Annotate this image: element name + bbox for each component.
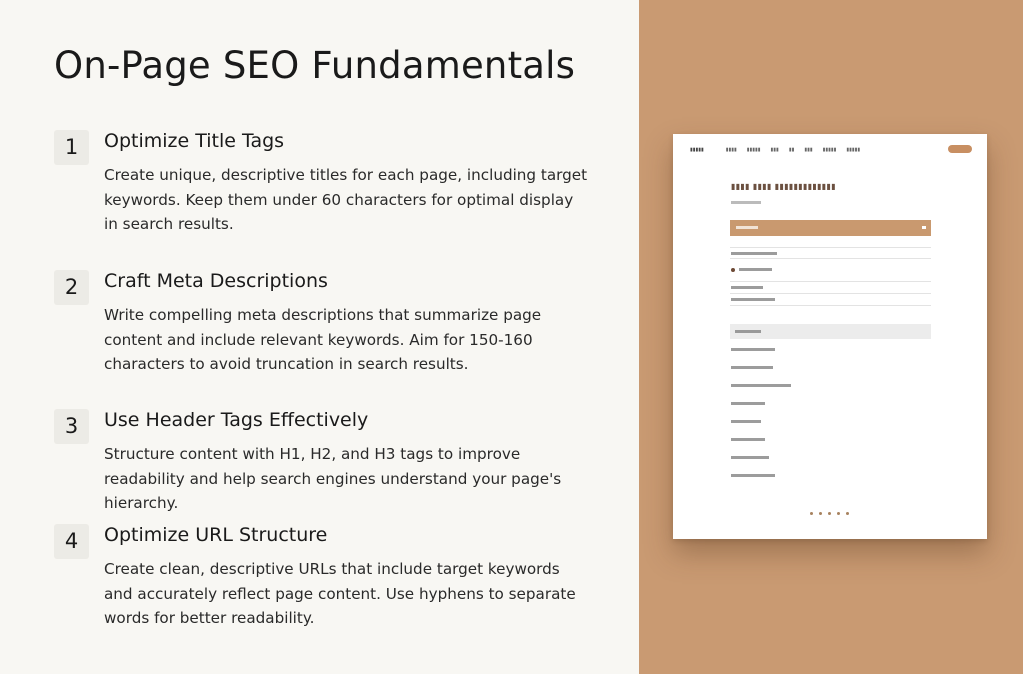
mockup-subtext — [731, 201, 761, 204]
webpage-mockup-image: ▮▮▮▮▮ ▮▮▮▮ ▮▮▮▮▮ ▮▮▮ ▮▮ ▮▮▮ ▮▮▮▮▮ ▮▮▮▮▮ … — [673, 134, 987, 539]
mockup-nav-link: ▮▮▮▮▮ — [746, 147, 761, 153]
mockup-pagination-dots — [810, 512, 849, 515]
item-description: Create clean, descriptive URLs that incl… — [104, 560, 576, 628]
mockup-text-line — [731, 456, 769, 459]
mockup-nav-link: ▮▮ — [788, 147, 795, 153]
mockup-nav-link: ▮▮▮▮▮ — [822, 147, 837, 153]
item-title: Craft Meta Descriptions — [104, 270, 328, 292]
mockup-text-line — [739, 268, 772, 271]
mockup-text-line — [731, 286, 763, 289]
mockup-text-line — [731, 384, 791, 387]
mockup-divider — [730, 258, 931, 259]
mockup-nav-bar: ▮▮▮▮▮ ▮▮▮▮ ▮▮▮▮▮ ▮▮▮ ▮▮ ▮▮▮ ▮▮▮▮▮ ▮▮▮▮▮ — [690, 145, 972, 155]
mockup-nav-link: ▮▮▮ — [804, 147, 813, 153]
item-description: Structure content with H1, H2, and H3 ta… — [104, 445, 562, 513]
step-number-badge: 4 — [54, 524, 89, 559]
mockup-nav-link: ▮▮▮ — [770, 147, 779, 153]
item-title: Use Header Tags Effectively — [104, 409, 369, 431]
mockup-divider — [730, 305, 931, 306]
mockup-text-line — [731, 438, 765, 441]
mockup-text-line — [731, 298, 775, 301]
step-number-badge: 2 — [54, 270, 89, 305]
mockup-text-line — [731, 252, 777, 255]
content-panel: On-Page SEO Fundamentals 1 Optimize Titl… — [0, 0, 639, 674]
mockup-text-line — [731, 366, 773, 369]
mockup-text-line — [731, 402, 765, 405]
mockup-divider — [730, 247, 931, 248]
mockup-accordion-closed — [730, 324, 931, 339]
mockup-radio-dot — [731, 268, 735, 272]
mockup-text-line — [731, 474, 775, 477]
page-title: On-Page SEO Fundamentals — [54, 44, 576, 87]
illustration-panel: ▮▮▮▮▮ ▮▮▮▮ ▮▮▮▮▮ ▮▮▮ ▮▮ ▮▮▮ ▮▮▮▮▮ ▮▮▮▮▮ … — [639, 0, 1023, 674]
item-description: Create unique, descriptive titles for ea… — [104, 166, 588, 234]
mockup-heading: ▮▮▮▮ ▮▮▮▮ ▮▮▮▮▮▮▮▮▮▮▮▮▮ — [731, 182, 836, 191]
mockup-logo: ▮▮▮▮▮ — [690, 147, 704, 153]
step-number-badge: 1 — [54, 130, 89, 165]
mockup-text-line — [731, 348, 775, 351]
item-title: Optimize URL Structure — [104, 524, 328, 546]
item-title: Optimize Title Tags — [104, 130, 285, 152]
mockup-accordion-open — [730, 220, 931, 236]
mockup-cta-button — [948, 145, 972, 153]
mockup-divider — [730, 293, 931, 294]
mockup-text-line — [731, 420, 761, 423]
step-number-badge: 3 — [54, 409, 89, 444]
mockup-divider — [730, 281, 931, 282]
mockup-nav-link: ▮▮▮▮▮ — [846, 147, 861, 153]
mockup-nav-link: ▮▮▮▮ — [725, 147, 737, 153]
item-description: Write compelling meta descriptions that … — [104, 306, 542, 374]
